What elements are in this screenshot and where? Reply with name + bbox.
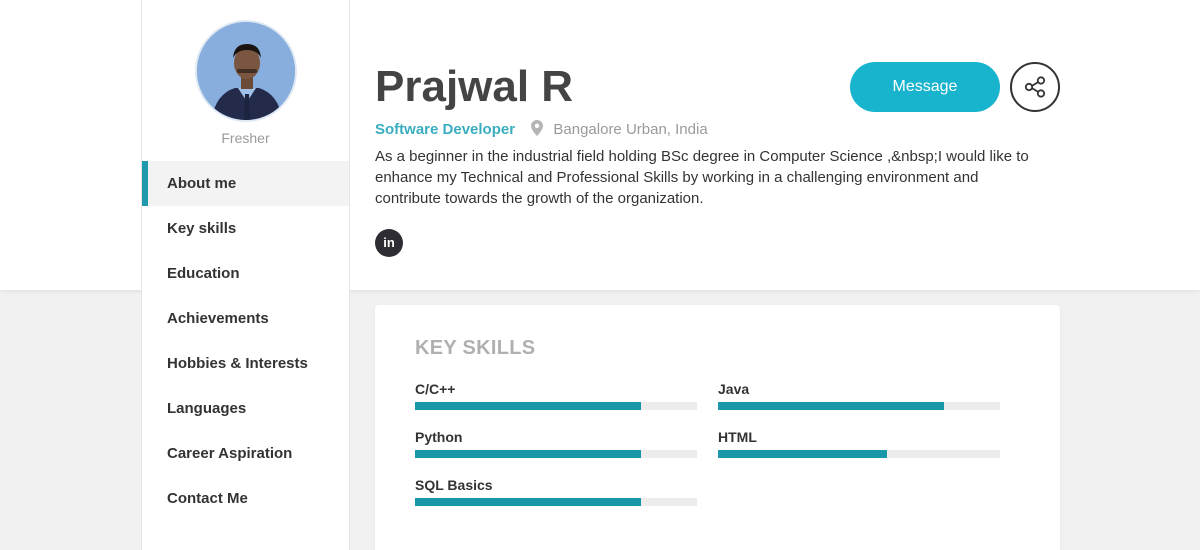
- skill-label: C/C++: [415, 381, 456, 397]
- sidebar-item-about-me[interactable]: About me: [142, 161, 349, 206]
- skill-python: Python: [415, 428, 697, 458]
- skill-bar-fill: [415, 498, 641, 506]
- skill-bar-track: [718, 450, 1000, 458]
- skill-c-cpp: C/C++: [415, 380, 697, 410]
- skill-bar-fill: [718, 402, 944, 410]
- location-text: Bangalore Urban, India: [553, 121, 708, 138]
- sidebar-item-achievements[interactable]: Achievements: [142, 296, 349, 341]
- avatar: [195, 20, 297, 122]
- sidebar-item-hobbies-interests[interactable]: Hobbies & Interests: [142, 341, 349, 386]
- skill-bar-track: [415, 450, 697, 458]
- sidebar: Fresher About me Key skills Education Ac…: [141, 0, 350, 550]
- skill-java: Java: [718, 380, 1000, 410]
- skill-bar-track: [415, 498, 697, 506]
- key-skills-title: KEY SKILLS: [415, 337, 536, 359]
- sidebar-item-languages[interactable]: Languages: [142, 386, 349, 431]
- skill-html: HTML: [718, 428, 1000, 458]
- key-skills-card: KEY SKILLS C/C++ Java Python HTML SQL Ba…: [375, 305, 1060, 550]
- sidebar-item-contact-me[interactable]: Contact Me: [142, 476, 349, 521]
- sidebar-item-education[interactable]: Education: [142, 251, 349, 296]
- skill-label: Java: [718, 381, 750, 397]
- skill-sql-basics: SQL Basics: [415, 476, 697, 506]
- linkedin-icon[interactable]: in: [375, 229, 403, 257]
- skill-bar-track: [415, 402, 697, 410]
- skill-label: Python: [415, 429, 463, 445]
- sidebar-nav: About me Key skills Education Achievemen…: [142, 161, 349, 521]
- location-pin-icon: [531, 120, 544, 140]
- role-location-line: Software Developer Bangalore Urban, Indi…: [375, 120, 708, 140]
- skill-label: HTML: [718, 429, 757, 445]
- status-label: Fresher: [221, 130, 270, 146]
- skill-label: SQL Basics: [415, 477, 493, 493]
- job-title: Software Developer: [375, 121, 516, 138]
- skill-bar-fill: [415, 402, 641, 410]
- skill-bar-fill: [718, 450, 888, 458]
- profile-bio: As a beginner in the industrial field ho…: [375, 148, 1029, 207]
- skill-bar-fill: [415, 450, 641, 458]
- sidebar-item-career-aspiration[interactable]: Career Aspiration: [142, 431, 349, 476]
- profile-name: Prajwal R: [375, 62, 574, 111]
- message-button[interactable]: Message: [850, 62, 1000, 112]
- sidebar-item-key-skills[interactable]: Key skills: [142, 206, 349, 251]
- share-button[interactable]: [1010, 62, 1060, 112]
- share-icon: [1024, 76, 1046, 98]
- skill-bar-track: [718, 402, 1000, 410]
